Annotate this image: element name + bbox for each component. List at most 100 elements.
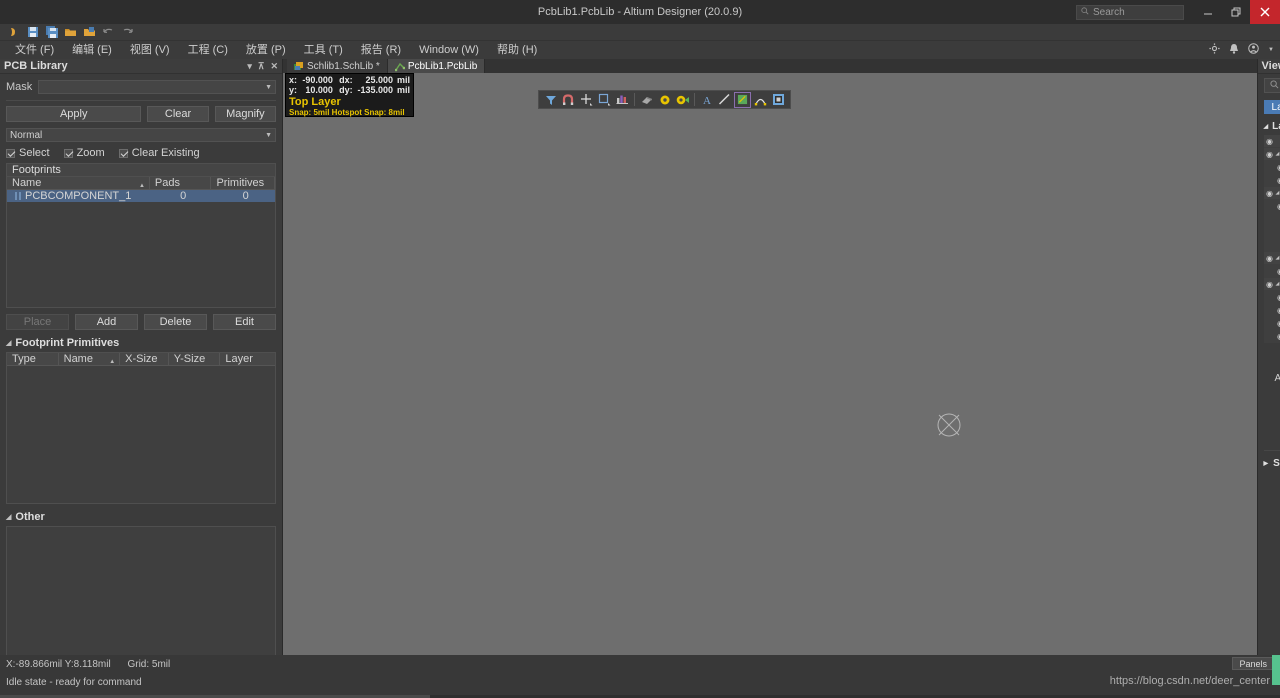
panel-pin-icon[interactable]: ⊼ <box>258 61 265 72</box>
footprint-primitives-section[interactable]: ◢ Footprint Primitives <box>6 337 276 349</box>
global-search-input[interactable]: Search <box>1076 5 1184 20</box>
bell-icon[interactable] <box>1229 43 1239 57</box>
col-ysize[interactable]: Y-Size <box>169 353 221 365</box>
eye-icon[interactable]: ◉ <box>1275 202 1280 211</box>
polygon-icon[interactable] <box>734 92 751 108</box>
col-type[interactable]: Type <box>7 353 59 365</box>
eye-icon[interactable]: ◉ <box>1264 150 1276 159</box>
canvas-scroll-indicator[interactable] <box>1272 655 1280 685</box>
delete-button[interactable]: Delete <box>144 314 207 330</box>
layer-row-other-group[interactable]: ◉ ◢ Other Layers (O) Used On <box>1264 278 1280 291</box>
close-button[interactable] <box>1250 0 1280 24</box>
zoom-checkbox[interactable]: Zoom <box>64 147 105 159</box>
other-section[interactable]: ◢ Other <box>6 511 276 523</box>
layer-row-mechanical-1[interactable]: ◉ Mechanical 1 M1 <box>1264 265 1280 278</box>
pcb-canvas[interactable]: x: -90.000 dx: 25.000 mil y: 10.000 dy: … <box>283 73 1257 671</box>
eye-icon[interactable]: ◉ <box>1264 189 1276 198</box>
col-xsize[interactable]: X-Size <box>120 353 169 365</box>
apply-button[interactable]: Apply <box>6 106 141 122</box>
menu-help[interactable]: 帮助 (H) <box>488 41 546 59</box>
menu-window[interactable]: Window (W) <box>410 41 488 59</box>
rectangle-select-icon[interactable] <box>596 92 613 108</box>
eye-icon[interactable]: ◉ <box>1275 306 1280 315</box>
panels-button[interactable]: Panels <box>1232 657 1274 670</box>
crosshair-icon[interactable] <box>578 92 595 108</box>
magnet-icon[interactable] <box>560 92 577 108</box>
layer-row-all-layers[interactable]: ◉ All Layers Used On <box>1264 135 1280 148</box>
arc-icon[interactable] <box>752 92 769 108</box>
magnify-button[interactable]: Magnify <box>215 106 276 122</box>
menu-file[interactable]: 文件 (F) <box>6 41 63 59</box>
panel-close-icon[interactable]: ✕ <box>270 61 278 72</box>
edit-button[interactable]: Edit <box>213 314 276 330</box>
col-layer[interactable]: Layer <box>220 353 275 365</box>
panel-dropdown-icon[interactable]: ▾ <box>247 61 252 72</box>
minimize-button[interactable] <box>1194 0 1222 24</box>
layer-row-top-layer[interactable]: ◉ [1] Top Layer (T) Signal <box>1264 161 1280 174</box>
pad-icon[interactable] <box>656 92 673 108</box>
mode-select[interactable]: Normal ▼ <box>6 128 276 142</box>
restore-button[interactable] <box>1222 0 1250 24</box>
menu-edit[interactable]: 编辑 (E) <box>63 41 121 59</box>
menu-reports[interactable]: 报告 (R) <box>352 41 410 59</box>
eraser-icon[interactable] <box>638 92 655 108</box>
eye-icon[interactable]: ◉ <box>1275 176 1280 185</box>
layers-search-input[interactable]: Search <box>1264 78 1280 93</box>
layer-pair-overlay[interactable]: ◉ Overlay ◉ <box>1264 213 1280 226</box>
line-icon[interactable] <box>716 92 733 108</box>
layer-row-component-pairs-group[interactable]: ◉ ◢ Component Layer Pairs (C) Used On <box>1264 187 1280 200</box>
menu-view[interactable]: 视图 (V) <box>121 41 179 59</box>
clear-button[interactable]: Clear <box>147 106 208 122</box>
add-button[interactable]: Add <box>75 314 138 330</box>
eye-icon[interactable]: ◉ <box>1275 319 1280 328</box>
document-tab-schlib[interactable]: Schlib1.SchLib * <box>287 59 388 73</box>
filter-icon[interactable] <box>542 92 559 108</box>
layer-row-multi-layer[interactable]: ◉ Multi-Layer <box>1264 291 1280 304</box>
layer-row-bottom-layer[interactable]: ◉ [2] Bottom Layer (B) Signal <box>1264 174 1280 187</box>
undo-icon[interactable] <box>99 25 118 40</box>
system-colors-section[interactable]: ▶ System Colors <box>1264 450 1280 469</box>
collapse-triangle-icon[interactable]: ◢ <box>1276 255 1280 261</box>
collapse-triangle-icon[interactable]: ◢ <box>1276 190 1280 196</box>
menu-project[interactable]: 工程 (C) <box>179 41 237 59</box>
redo-icon[interactable] <box>118 25 137 40</box>
layer-row-keep-out-layer[interactable]: ◉ Keep-Out Layer <box>1264 317 1280 330</box>
chevron-down-icon[interactable]: ▼ <box>1268 47 1274 53</box>
eye-icon[interactable]: ◉ <box>1275 163 1280 172</box>
text-icon[interactable]: A <box>698 92 715 108</box>
component-place-icon[interactable] <box>770 92 787 108</box>
document-tab-pcblib[interactable]: PcbLib1.PcbLib <box>388 59 486 73</box>
collapse-triangle-icon[interactable]: ◢ <box>1276 281 1280 287</box>
mask-input[interactable]: ▼ <box>38 80 276 94</box>
col-prim-name[interactable]: Name ▲ <box>59 353 121 365</box>
layer-row-drill-drawing[interactable]: ◉ Drill Drawing <box>1264 330 1280 343</box>
open-folder-icon[interactable] <box>61 25 80 40</box>
col-name[interactable]: Name ▲ <box>7 177 150 189</box>
layer-pair-paste[interactable]: ◉ Paste ◉ <box>1264 239 1280 252</box>
open-project-icon[interactable] <box>80 25 99 40</box>
save-all-icon[interactable] <box>42 25 61 40</box>
clear-existing-checkbox[interactable]: Clear Existing <box>119 147 200 159</box>
eye-icon[interactable]: ◉ <box>1275 267 1280 276</box>
measure-icon[interactable] <box>614 92 631 108</box>
select-checkbox[interactable]: Select <box>6 147 50 159</box>
col-primitives[interactable]: Primitives <box>211 177 275 189</box>
menu-tools[interactable]: 工具 (T) <box>295 41 352 59</box>
layer-row-signal-plane-group[interactable]: ◉ ◢ Signal And Plane Layers (S) Used On <box>1264 148 1280 161</box>
layer-pair-solder[interactable]: ◉ Solder ◉ <box>1264 226 1280 239</box>
layer-row-mechanical-group[interactable]: ◉ ◢ Mechanical Layers (M) Used On <box>1264 252 1280 265</box>
eye-icon[interactable]: ◉ <box>1264 254 1276 263</box>
eye-icon[interactable]: ◉ <box>1264 137 1276 146</box>
eye-icon[interactable]: ◉ <box>1264 280 1276 289</box>
place-button[interactable]: Place <box>6 314 69 330</box>
table-row[interactable]: PCBCOMPONENT_1 0 0 <box>7 190 275 202</box>
eye-icon[interactable]: ◉ <box>1275 332 1280 341</box>
save-icon[interactable] <box>23 25 42 40</box>
layers-section-title[interactable]: ◢ Layers <box>1264 121 1280 132</box>
account-icon[interactable] <box>1248 43 1259 57</box>
layer-row-drill-guide[interactable]: ◉ Drill Guide <box>1264 304 1280 317</box>
collapse-triangle-icon[interactable]: ◢ <box>1276 151 1280 157</box>
eye-icon[interactable]: ◉ <box>1275 293 1280 302</box>
open-recent-icon[interactable] <box>4 25 23 40</box>
menu-place[interactable]: 放置 (P) <box>237 41 295 59</box>
